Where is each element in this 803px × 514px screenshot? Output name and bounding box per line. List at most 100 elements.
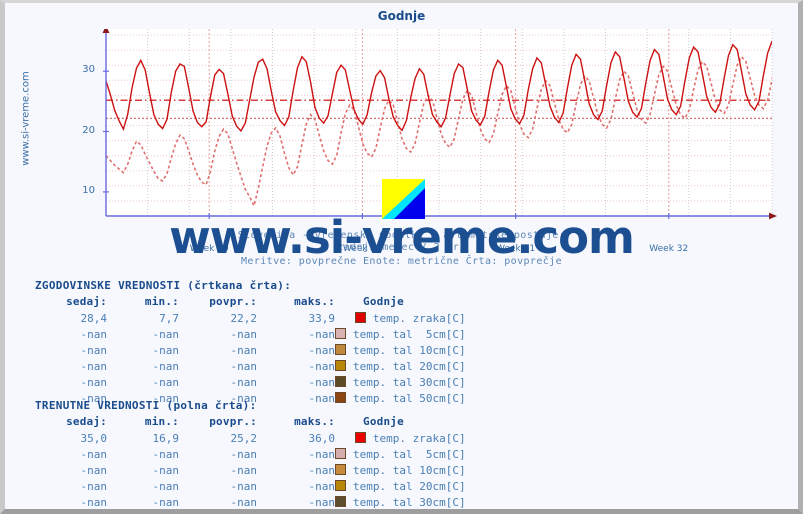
table-row: -nan -nan -nan -nan temp. tal 5cm[C] [35,446,466,462]
cell-maks: -nan [308,447,336,461]
legend-color-swatch [335,448,346,459]
cell-min: 7,7 [159,311,179,325]
cell-sedaj: -nan [35,510,107,514]
table-row: -nan -nan -nan -nan temp. tal 10cm[C] [35,342,466,358]
legend-entry: temp. zraka[C] [335,430,466,446]
cell-min: 16,9 [152,431,180,445]
legend-entry: temp. tal 5cm[C] [335,446,466,462]
cell-min: -nan [152,327,180,341]
cell-povpr: 22,2 [230,311,258,325]
cell-min: -nan [107,510,179,514]
col-povpr: povpr.: [209,295,257,308]
cell-maks: -nan [308,359,336,373]
table-row: -nan-nan-nan-nantemp. tal 50cm[C] [35,510,466,514]
legend-entry: temp. tal 10cm[C] [335,462,466,478]
legend-series-label: temp. zraka[C] [372,432,466,445]
col-povpr: povpr.: [209,415,257,428]
legend-series-label: temp. tal 10cm[C] [353,464,466,477]
legend-color-swatch [335,464,346,475]
cell-min: -nan [152,447,180,461]
cell-maks: 36,0 [308,431,336,445]
col-series: Godnje [363,295,404,308]
legend-series-label: temp. tal 5cm[C] [353,328,466,341]
current-table: sedaj: min.: povpr.: maks.: Godnje 35,0 1… [35,415,466,514]
cell-min: -nan [152,343,180,357]
legend-entry: temp. tal 5cm[C] [335,326,466,342]
cell-min: -nan [152,463,180,477]
caption-line-3: Meritve: povprečne Enote: metrične Črta:… [240,256,563,267]
table-row: -nan -nan -nan -nan temp. tal 30cm[C] [35,494,466,510]
si-vreme-logo[interactable] [382,179,425,219]
chart-title: Godnje [377,9,426,23]
col-sedaj: sedaj: [66,295,107,308]
cell-sedaj: -nan [80,463,108,477]
table-row: 35,0 16,9 25,2 36,0 temp. zraka[C] [35,430,466,446]
legend-color-swatch [335,376,346,387]
screenshot-root: www.si-vreme.com Godnje 10 20 30 Week 29… [0,0,803,514]
cell-povpr: -nan [230,327,258,341]
caption-line-2: zadnji mesec / 2 uri [337,242,466,253]
historical-values-block: ZGODOVINSKE VREDNOSTI (črtkana črta): se… [35,279,466,406]
legend-entry: temp. tal 20cm[C] [335,358,466,374]
table-row: -nan -nan -nan -nan temp. tal 20cm[C] [35,478,466,494]
page-inner: www.si-vreme.com Godnje 10 20 30 Week 29… [5,3,798,509]
legend-color-swatch [335,496,346,507]
legend-color-swatch [354,312,366,323]
legend-series-label: temp. tal 20cm[C] [353,480,466,493]
col-maks: maks.: [294,415,335,428]
table-header-row: sedaj: min.: povpr.: maks.: Godnje [35,295,466,310]
cell-povpr: -nan [230,495,258,509]
cell-sedaj: -nan [80,359,108,373]
cell-sedaj: 28,4 [80,311,108,325]
col-maks: maks.: [294,295,335,308]
y-axis-tick-label: 30 [82,64,95,76]
current-title: TRENUTNE VREDNOSTI (polna črta): [35,399,257,412]
col-series: Godnje [363,415,404,428]
legend-color-swatch [335,480,346,491]
col-min: min.: [144,415,179,428]
legend-series-label: temp. zraka[C] [372,312,466,325]
cell-povpr: -nan [230,447,258,461]
y-axis-tick-label: 20 [82,124,95,136]
legend-series-label: temp. tal 10cm[C] [353,344,466,357]
cell-povpr: -nan [179,510,257,514]
col-min: min.: [144,295,179,308]
legend-entry: temp. tal 30cm[C] [335,374,466,390]
historical-title: ZGODOVINSKE VREDNOSTI (črtkana črta): [35,279,292,292]
legend-entry: temp. tal 50cm[C] [335,510,466,514]
table-row: 28,4 7,7 22,2 33,9 temp. zraka[C] [35,310,466,326]
legend-entry: temp. tal 10cm[C] [335,342,466,358]
table-row: -nan -nan -nan -nan temp. tal 10cm[C] [35,462,466,478]
legend-color-swatch [335,344,346,355]
table-row: -nan -nan -nan -nan temp. tal 20cm[C] [35,358,466,374]
legend-entry: temp. tal 30cm[C] [335,494,466,509]
cell-maks: -nan [308,375,336,389]
cell-maks: 33,9 [308,311,336,325]
cell-povpr: -nan [230,375,258,389]
historical-table: sedaj: min.: povpr.: maks.: Godnje 28,4 7… [35,295,466,406]
cell-maks: -nan [308,479,336,493]
current-values-block: TRENUTNE VREDNOSTI (polna črta): sedaj: … [35,399,466,514]
cell-povpr: -nan [230,359,258,373]
legend-series-label: temp. tal 30cm[C] [353,496,466,509]
cell-min: -nan [152,495,180,509]
site-brand-vertical[interactable]: www.si-vreme.com [21,54,32,184]
cell-maks: -nan [257,510,335,514]
col-sedaj: sedaj: [66,415,107,428]
cell-maks: -nan [308,463,336,477]
chart-canvas [102,29,777,220]
cell-povpr: 25,2 [230,431,258,445]
x-axis-arrow [769,212,777,220]
cell-povpr: -nan [230,463,258,477]
cell-sedaj: -nan [80,479,108,493]
legend-entry: temp. zraka[C] [335,310,466,326]
cell-maks: -nan [308,343,336,357]
cell-sedaj: 35,0 [80,431,108,445]
legend-series-label: temp. tal 5cm[C] [353,448,466,461]
temperature-chart: 10 20 30 Week 29 Week 30 Week 31 Week 32 [82,29,777,254]
legend-color-swatch [335,360,346,371]
cell-maks: -nan [308,495,336,509]
cell-maks: -nan [308,327,336,341]
legend-series-label: temp. tal 30cm[C] [353,376,466,389]
table-row: -nan -nan -nan -nan temp. tal 5cm[C] [35,326,466,342]
